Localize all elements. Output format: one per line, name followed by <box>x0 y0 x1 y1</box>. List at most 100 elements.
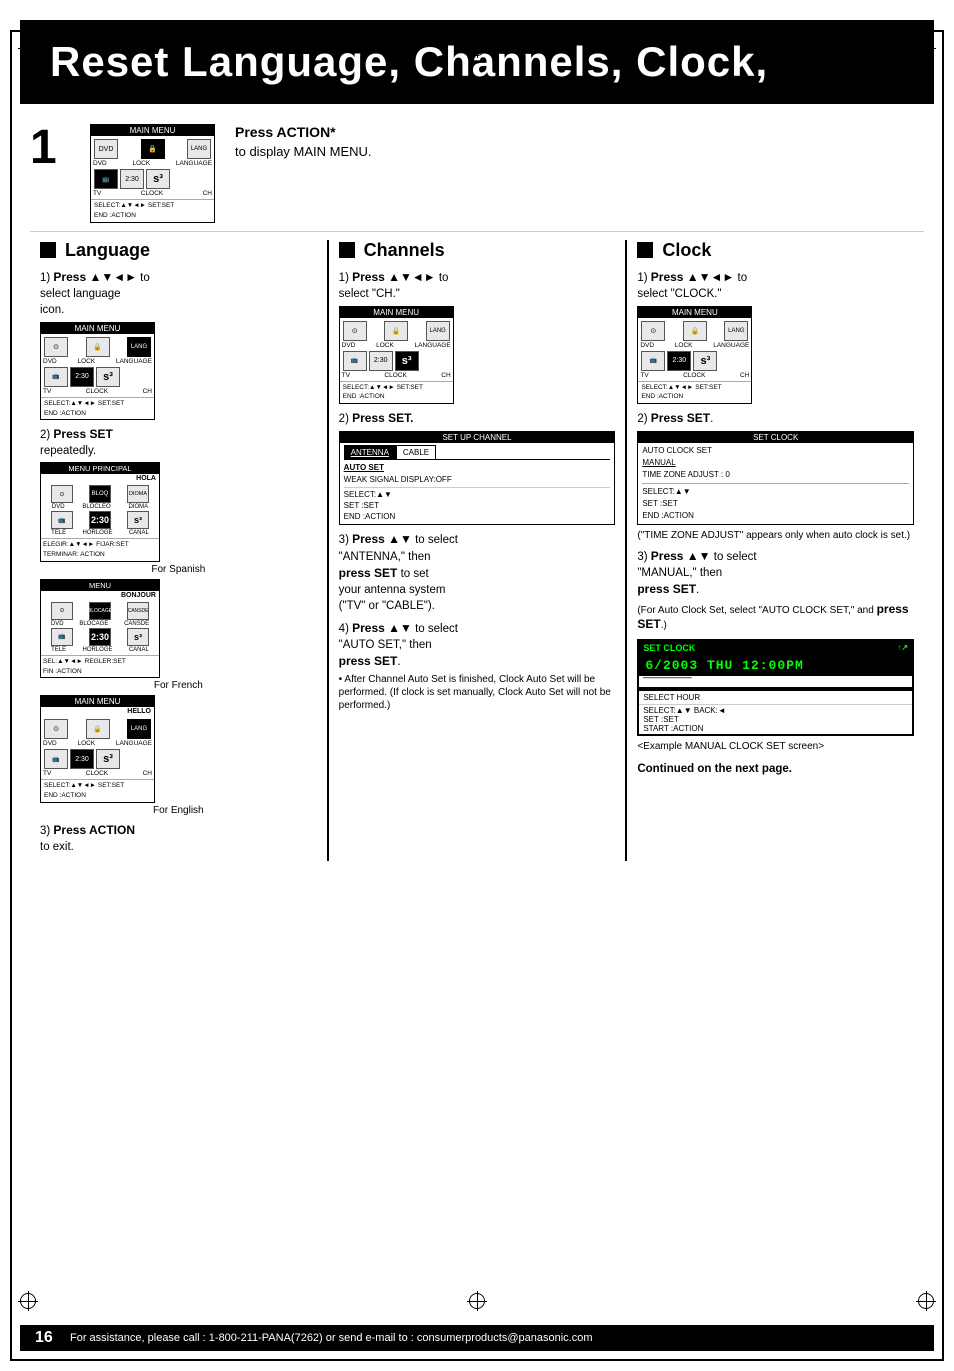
clk-black-square <box>637 242 653 258</box>
ch-step2: 2) Press SET. SET UP CHANNEL ANTENNA CAB… <box>339 410 616 525</box>
language-heading: Language <box>40 240 317 261</box>
clk-language-icon: LANG <box>724 321 748 341</box>
channels-heading: Channels <box>339 240 616 261</box>
select-hour-bar: ‾‾‾‾‾‾‾‾‾‾‾‾‾‾‾‾‾‾ <box>639 676 912 690</box>
step1-box: MAIN MENU DVD 🔒 LANG DVD LOCK LANGUAGE 📺… <box>90 124 372 223</box>
clk-main-menu: MAIN MENU ⊙ 🔒 LANG DVD LOCK LANGUAGE 📺 2… <box>637 306 752 405</box>
lock-icon: 🔒 <box>141 139 165 159</box>
continued-text: Continued on the next page. <box>637 761 914 777</box>
sp-idioma: DIOMA <box>127 485 149 503</box>
ch-tv-icon: 📺 <box>343 351 367 371</box>
dvd-icon: DVD <box>94 139 118 159</box>
clock-time-display: 6/2003 THU 12:00PM <box>639 655 912 676</box>
en-dvd: ⊙ <box>44 719 68 739</box>
main-content: 1 MAIN MENU DVD 🔒 LANG DVD LOCK LANGUAGE… <box>0 104 954 871</box>
ch-clock-icon: 2:30 <box>369 351 393 371</box>
registration-mark-tl <box>18 38 38 58</box>
clk-step1-text: 1) Press ▲▼◄► toselect "CLOCK." <box>637 269 914 302</box>
clk-step2: 2) Press SET. SET CLOCK AUTO CLOCK SET M… <box>637 410 914 542</box>
lang-spanish-menu: MENU PRINCIPAL HOLA ⊙ BLOQ DIOMA DVD BLO… <box>40 462 160 562</box>
lang-step2-text: 2) Press SETrepeatedly. <box>40 426 317 459</box>
lang-main-menu: MAIN MENU ⊙ 🔒 LANG DVD LOCK LANGUAGE 📺 2… <box>40 322 155 421</box>
registration-mark-tc <box>467 38 487 58</box>
clk-step2-text: 2) Press SET. <box>637 410 914 427</box>
language-icon: LANG <box>187 139 211 159</box>
clock-arrows: ↑↗ <box>897 643 908 652</box>
select-hour-label: SELECT HOUR <box>639 690 912 704</box>
step1-instructions: Press ACTION* to display MAIN MENU. <box>235 124 372 159</box>
clock-icon: 2:30 <box>120 169 144 189</box>
for-english-label: For English <box>40 805 317 816</box>
sp-s3: s³ <box>127 511 149 529</box>
sp-dvd: ⊙ <box>51 485 73 503</box>
lang-language-icon: LANG <box>127 337 151 357</box>
ch-s3-icon: s³ <box>395 351 419 371</box>
main-menu-title: MAIN MENU <box>91 125 214 136</box>
fr-horloge: 2:30 <box>89 628 111 646</box>
tv-icon: 📺 <box>94 169 118 189</box>
en-lock: 🔒 <box>86 719 110 739</box>
language-column: Language 1) Press ▲▼◄► toselect language… <box>30 240 329 862</box>
en-clock: 2:30 <box>70 749 94 769</box>
clk-step3-note: (For Auto Clock Set, select "AUTO CLOCK … <box>637 602 914 633</box>
ch-language-icon: LANG <box>426 321 450 341</box>
clk-dvd-icon: ⊙ <box>641 321 665 341</box>
header-bar: Reset Language, Channels, Clock, <box>20 20 934 104</box>
clock-controls: SELECT:▲▼ BACK:◄ SET :SET START :ACTION <box>639 704 912 734</box>
step1-section: 1 MAIN MENU DVD 🔒 LANG DVD LOCK LANGUAGE… <box>30 114 924 232</box>
clk-step3: 3) Press ▲▼ to select"MANUAL," thenpress… <box>637 548 914 752</box>
clock-display: SET CLOCK ↑↗ 6/2003 THU 12:00PM ‾‾‾‾‾‾‾‾… <box>637 639 914 736</box>
lang-step3-text: 3) Press ACTIONto exit. <box>40 822 317 855</box>
fr-cansde: CANSDE <box>127 602 149 620</box>
registration-mark-br <box>916 1291 936 1311</box>
clock-date: SET CLOCK <box>643 643 695 653</box>
en-s3: s³ <box>96 749 120 769</box>
ch-step4-text: 4) Press ▲▼ to select"AUTO SET," thenpre… <box>339 620 616 670</box>
set-clock-menu: SET CLOCK AUTO CLOCK SET MANUAL TIME ZON… <box>637 431 914 525</box>
clock-column: Clock 1) Press ▲▼◄► toselect "CLOCK." MA… <box>627 240 924 862</box>
step1-press-action: Press ACTION* <box>235 124 372 140</box>
en-lang: LANG <box>127 719 151 739</box>
step1-number: 1 <box>30 124 70 172</box>
lang-step1-text: 1) Press ▲▼◄► toselect languageicon. <box>40 269 317 318</box>
antenna-cable-tabs: ANTENNA CABLE <box>344 445 611 460</box>
lang-step2: 2) Press SETrepeatedly. MENU PRINCIPAL H… <box>40 426 317 816</box>
clk-clock-icon: 2:30 <box>667 351 691 371</box>
fr-tv: 📺 <box>51 628 73 646</box>
main-menu-lower-icons: 📺 2:30 s³ <box>91 169 214 190</box>
ch-step3: 3) Press ▲▼ to select"ANTENNA," thenpres… <box>339 531 616 613</box>
ch-step1-text: 1) Press ▲▼◄► toselect "CH." <box>339 269 616 302</box>
footer: 16 For assistance, please call : 1-800-2… <box>20 1325 934 1351</box>
page-number: 16 <box>35 1329 60 1347</box>
clk-step1: 1) Press ▲▼◄► toselect "CLOCK." MAIN MEN… <box>637 269 914 405</box>
main-menu-labels-bottom: TV CLOCK CH <box>91 190 214 199</box>
continued-note: Continued on the next page. <box>637 761 914 777</box>
fr-s3: s³ <box>127 628 149 646</box>
registration-mark-tr <box>916 38 936 58</box>
s3-icon: s³ <box>146 169 170 189</box>
en-tv: 📺 <box>44 749 68 769</box>
sp-blocq: BLOQ <box>89 485 111 503</box>
lang-tv-icon: 📺 <box>44 367 68 387</box>
sp-tv: 📺 <box>51 511 73 529</box>
clock-heading: Clock <box>637 240 914 261</box>
sp-clock: 2:30 <box>89 511 111 529</box>
clk-step3-text: 3) Press ▲▼ to select"MANUAL," thenpress… <box>637 548 914 598</box>
clk-s3-icon: s³ <box>693 351 717 371</box>
lang-s3-icon: s³ <box>96 367 120 387</box>
for-spanish-label: For Spanish <box>40 564 317 575</box>
example-label: <Example MANUAL CLOCK SET screen> <box>637 740 914 753</box>
lang-french-menu: MENU BONJOUR ⊙ BLOCAGE CANSDE DVD BLOCAG… <box>40 579 160 679</box>
timezone-note: ("TIME ZONE ADJUST" appears only when au… <box>637 529 914 542</box>
step1-main-menu: MAIN MENU DVD 🔒 LANG DVD LOCK LANGUAGE 📺… <box>90 124 215 223</box>
antenna-tab: ANTENNA <box>344 445 396 459</box>
ch-main-menu: MAIN MENU ⊙ 🔒 LANG DVD LOCK LANGUAGE 📺 2… <box>339 306 454 405</box>
lang-lock-icon: 🔒 <box>86 337 110 357</box>
lang-clock-icon: 2:30 <box>70 367 94 387</box>
lang-step1: 1) Press ▲▼◄► toselect languageicon. MAI… <box>40 269 317 421</box>
lang-black-square <box>40 242 56 258</box>
ch-black-square <box>339 242 355 258</box>
step2-section: Language 1) Press ▲▼◄► toselect language… <box>30 232 924 862</box>
ch-step2-text: 2) Press SET. <box>339 410 616 427</box>
ch-step3-text: 3) Press ▲▼ to select"ANTENNA," thenpres… <box>339 531 616 613</box>
